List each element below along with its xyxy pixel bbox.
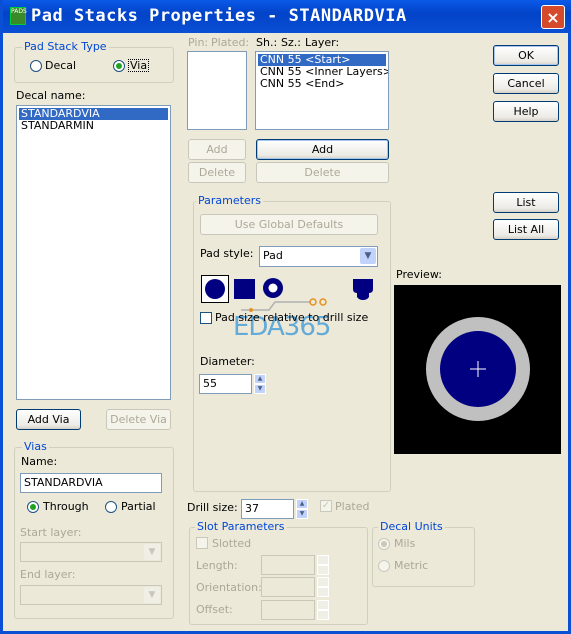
pad-stacks-dialog: PADS Pad Stacks Properties - STANDARDVIA… — [0, 0, 571, 634]
via-name-label: Name: — [21, 455, 58, 468]
round-pad-icon — [205, 279, 225, 299]
mils-label: Mils — [394, 537, 416, 550]
layer-header: Layer: — [305, 36, 340, 49]
slotted-checkbox[interactable] — [196, 537, 208, 549]
metric-radio[interactable] — [378, 560, 390, 572]
pin-delete-button[interactable]: Delete — [188, 162, 246, 183]
via-radio-label[interactable]: Via — [128, 59, 150, 72]
pad-size-relative-label[interactable]: Pad size relative to drill size — [215, 311, 368, 324]
parameters-group — [193, 201, 391, 492]
decal-radio-label[interactable]: Decal — [45, 59, 76, 72]
spin-up-icon[interactable]: ▲ — [254, 374, 266, 384]
list-all-button[interactable]: List All — [493, 219, 559, 240]
decal-radio[interactable] — [30, 60, 42, 72]
pad-style-value: Pad — [263, 249, 283, 262]
chevron-down-icon: ▼ — [144, 587, 160, 603]
close-button[interactable]: × — [541, 5, 565, 29]
diameter-spinner[interactable]: ▲ ▼ — [254, 374, 266, 394]
window-title: Pad Stacks Properties - STANDARDVIA — [31, 6, 407, 26]
checkmark-icon: ✓ — [321, 500, 331, 511]
plated-checkbox[interactable]: ✓ — [320, 500, 332, 512]
slotted-label: Slotted — [212, 537, 252, 550]
diameter-label: Diameter: — [200, 355, 255, 368]
end-layer-select[interactable]: ▼ — [20, 585, 162, 605]
orientation-input[interactable] — [261, 577, 315, 597]
layer-add-button[interactable]: Add — [256, 139, 389, 160]
layer-delete-button[interactable]: Delete — [256, 162, 389, 183]
orientation-spinner[interactable] — [317, 577, 329, 597]
pad-style-select[interactable]: Pad ▼ — [259, 246, 378, 267]
spin-down-icon[interactable]: ▼ — [254, 384, 266, 394]
mils-radio[interactable] — [378, 538, 390, 550]
length-label: Length: — [196, 559, 238, 572]
offset-label: Offset: — [196, 603, 233, 616]
diameter-input[interactable]: 55 — [199, 374, 252, 394]
ok-button[interactable]: OK — [493, 45, 559, 66]
shape-header: Sh.: — [256, 36, 278, 49]
size-header: Sz.: — [281, 36, 301, 49]
through-radio[interactable] — [27, 501, 39, 513]
drill-size-label: Drill size: — [187, 501, 238, 514]
parameters-legend: Parameters — [196, 194, 263, 207]
pad-style-label: Pad style: — [200, 247, 254, 260]
decal-name-list[interactable]: STANDARDVIA STANDARMIN — [16, 105, 171, 400]
plated-label: Plated — [335, 500, 370, 513]
pin-add-button[interactable]: Add — [188, 139, 246, 160]
decal-item-standarmin[interactable]: STANDARMIN — [19, 120, 168, 132]
preview-label: Preview: — [396, 268, 442, 281]
add-via-button[interactable]: Add Via — [16, 409, 81, 430]
pad-preview-canvas — [394, 285, 561, 454]
start-layer-label: Start layer: — [20, 526, 82, 539]
length-input[interactable] — [261, 555, 315, 575]
partial-radio[interactable] — [105, 501, 117, 513]
cancel-button[interactable]: Cancel — [493, 73, 559, 94]
pin-header: Pin: — [188, 36, 209, 49]
decal-name-label: Decal name: — [16, 89, 86, 102]
odd-shape-pad-icon — [353, 279, 373, 300]
via-radio[interactable] — [113, 60, 125, 72]
list-button[interactable]: List — [493, 192, 559, 213]
title-bar[interactable]: PADS Pad Stacks Properties - STANDARDVIA… — [3, 0, 571, 33]
via-name-input[interactable]: STANDARDVIA — [20, 473, 162, 493]
through-radio-label[interactable]: Through — [43, 500, 89, 513]
use-global-defaults-button[interactable]: Use Global Defaults — [200, 214, 378, 235]
offset-input[interactable] — [261, 600, 315, 620]
metric-label: Metric — [394, 559, 429, 572]
delete-via-button[interactable]: Delete Via — [106, 409, 171, 430]
drill-size-input[interactable]: 37 — [241, 499, 294, 519]
slot-parameters-legend: Slot Parameters — [195, 520, 287, 533]
odd-shape-pad-button[interactable] — [349, 275, 377, 303]
decal-units-group — [372, 527, 475, 587]
help-button[interactable]: Help — [493, 101, 559, 122]
pads-app-icon: PADS — [10, 7, 27, 25]
spin-up-icon[interactable]: ▲ — [296, 499, 308, 509]
chevron-down-icon: ▼ — [144, 544, 160, 560]
drill-size-spinner[interactable]: ▲ ▼ — [296, 499, 308, 519]
pad-size-relative-checkbox[interactable] — [200, 312, 212, 324]
offset-spinner[interactable] — [317, 600, 329, 620]
partial-radio-label[interactable]: Partial — [121, 500, 156, 513]
close-icon: × — [546, 8, 560, 27]
layer-item-end[interactable]: CNN 55 <End> — [258, 78, 386, 90]
round-pad-button[interactable] — [201, 275, 229, 303]
chevron-down-icon: ▼ — [360, 248, 376, 264]
plated-header: Plated: — [211, 36, 250, 49]
end-layer-label: End layer: — [20, 568, 76, 581]
orientation-label: Orientation: — [196, 581, 262, 594]
pad-stack-type-legend: Pad Stack Type — [22, 40, 109, 53]
pin-list[interactable] — [187, 51, 247, 130]
decal-units-legend: Decal Units — [378, 520, 445, 533]
vias-legend: Vias — [22, 440, 49, 453]
start-layer-select[interactable]: ▼ — [20, 542, 162, 562]
spin-down-icon[interactable]: ▼ — [296, 509, 308, 519]
length-spinner[interactable] — [317, 555, 329, 575]
layer-list[interactable]: CNN 55 <Start> CNN 55 <Inner Layers> CNN… — [255, 51, 389, 130]
